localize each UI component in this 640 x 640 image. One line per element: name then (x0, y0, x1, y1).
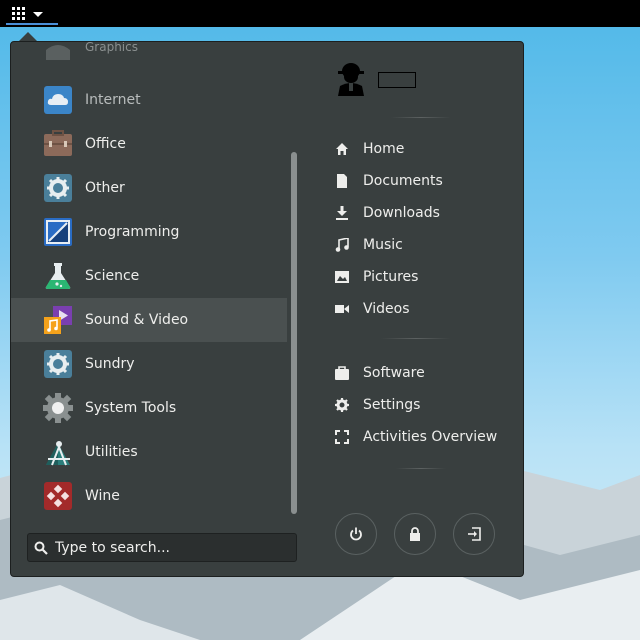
applications-menu-button[interactable] (6, 2, 58, 25)
software-bag-icon (335, 366, 349, 380)
power-button[interactable] (335, 513, 377, 555)
separator (396, 468, 446, 469)
user-name[interactable] (378, 72, 416, 88)
system-label: Settings (363, 397, 421, 413)
category-label: Science (85, 268, 140, 284)
separator (391, 117, 451, 118)
logout-icon (468, 527, 481, 541)
place-item-pictures[interactable]: Pictures (327, 263, 515, 291)
chevron-down-icon (33, 12, 43, 17)
video-camera-icon (335, 305, 349, 313)
category-item-office[interactable]: Office (11, 122, 287, 166)
place-label: Videos (363, 301, 410, 317)
search-input[interactable] (55, 538, 290, 558)
activities-overview-icon (335, 430, 349, 444)
gear-icon (44, 174, 72, 202)
system-label: Activities Overview (363, 429, 498, 445)
picture-icon (335, 271, 349, 283)
system-item-software[interactable]: Software (327, 359, 515, 387)
wine-icon (44, 482, 72, 510)
category-label: Utilities (85, 444, 138, 460)
category-label: Wine (85, 488, 120, 504)
science-flask-icon (45, 263, 71, 289)
system-item-settings[interactable]: Settings (327, 391, 515, 419)
download-icon (336, 206, 348, 220)
place-item-music[interactable]: Music (327, 231, 515, 259)
multimedia-icon (44, 306, 72, 334)
category-label: Programming (85, 224, 180, 240)
system-item-activities-overview[interactable]: Activities Overview (327, 423, 515, 451)
search-box[interactable] (27, 533, 297, 562)
category-item-wine[interactable]: Wine (11, 474, 287, 518)
internet-cloud-icon (44, 86, 72, 114)
place-label: Music (363, 237, 403, 253)
place-label: Home (363, 141, 405, 157)
place-label: Pictures (363, 269, 419, 285)
category-item-sound-video[interactable]: Sound & Video (11, 298, 287, 342)
office-briefcase-icon (44, 130, 72, 156)
place-item-documents[interactable]: Documents (327, 167, 515, 195)
place-item-downloads[interactable]: Downloads (327, 199, 515, 227)
utilities-icon (46, 441, 70, 466)
system-label: Software (363, 365, 425, 381)
gear-icon (44, 350, 72, 378)
top-bar (0, 0, 640, 27)
category-item-system-tools[interactable]: System Tools (11, 386, 287, 430)
category-label: Sundry (85, 356, 135, 372)
category-label: Graphics (85, 42, 138, 54)
place-item-home[interactable]: Home (327, 135, 515, 163)
gear-icon (335, 398, 349, 412)
category-label: Other (85, 180, 125, 196)
category-item-graphics[interactable]: Graphics (11, 42, 287, 83)
category-label: Sound & Video (85, 312, 189, 328)
category-label: Office (85, 136, 126, 152)
user-avatar-icon[interactable] (336, 62, 366, 96)
search-icon (34, 541, 48, 555)
category-item-other[interactable]: Other (11, 166, 287, 210)
music-icon (335, 238, 349, 252)
category-list: Graphics Internet Office Other Programmi… (11, 42, 289, 520)
lock-icon (410, 527, 420, 541)
category-item-sundry[interactable]: Sundry (11, 342, 287, 386)
applications-menu: Graphics Internet Office Other Programmi… (10, 41, 524, 577)
place-label: Downloads (363, 205, 440, 221)
home-icon (336, 143, 348, 155)
category-item-utilities[interactable]: Utilities (11, 430, 287, 474)
category-item-programming[interactable]: Programming (11, 210, 287, 254)
category-item-internet[interactable]: Internet (11, 78, 287, 122)
programming-icon (44, 218, 72, 246)
category-label: System Tools (85, 400, 177, 416)
document-icon (337, 174, 347, 188)
place-item-videos[interactable]: Videos (327, 295, 515, 323)
power-icon (350, 527, 362, 541)
logout-button[interactable] (453, 513, 495, 555)
apps-grid-icon (12, 7, 25, 20)
separator (381, 338, 451, 339)
lock-button[interactable] (394, 513, 436, 555)
category-scrollbar[interactable] (291, 152, 297, 514)
category-item-science[interactable]: Science (11, 254, 287, 298)
system-tools-icon (43, 393, 73, 423)
place-label: Documents (363, 173, 443, 189)
graphics-icon (46, 45, 70, 60)
category-label: Internet (85, 92, 141, 108)
